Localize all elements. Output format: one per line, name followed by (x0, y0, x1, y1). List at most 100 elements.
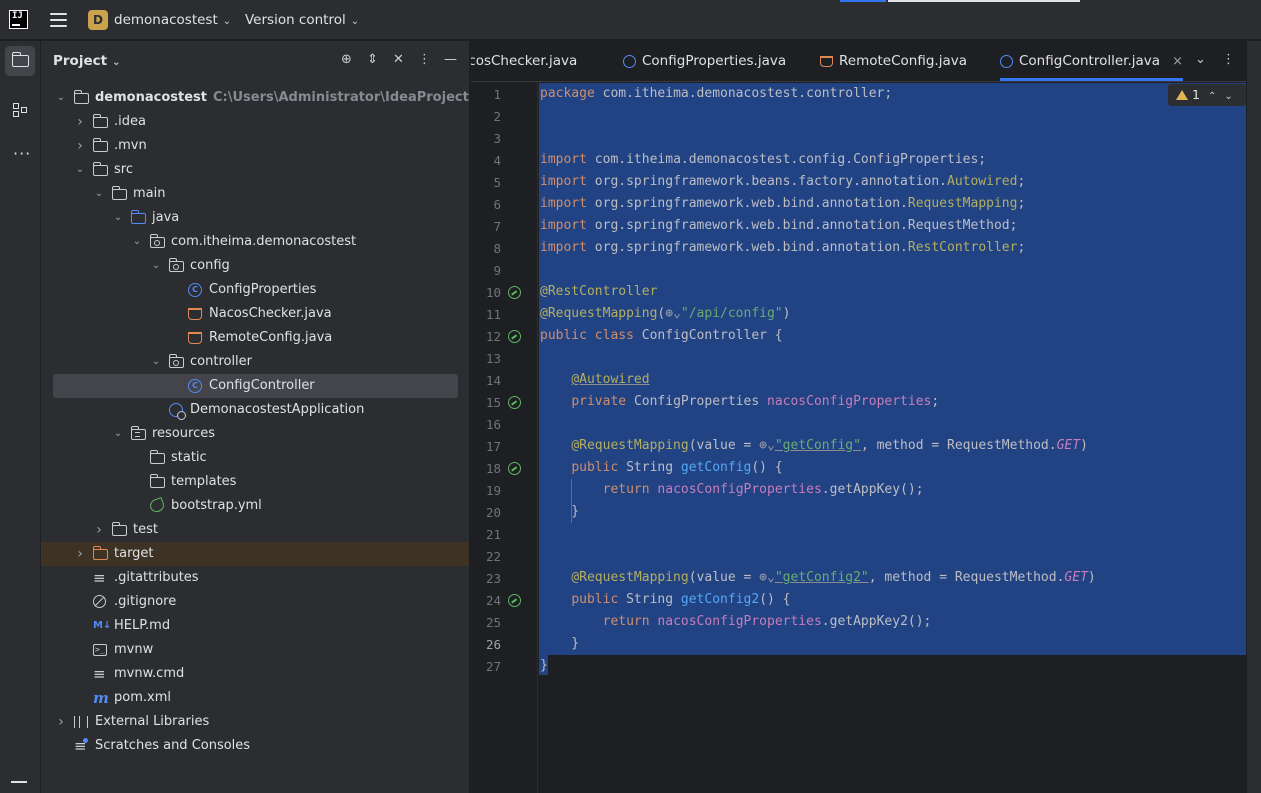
tree-item[interactable]: › .idea (41, 110, 469, 134)
tree-item[interactable]: M↓ HELP.md (41, 614, 469, 638)
line-number: 4 (493, 153, 501, 168)
chevron-right-icon[interactable]: › (93, 518, 105, 542)
tree-item[interactable]: › .mvn (41, 134, 469, 158)
folder-icon (92, 138, 108, 152)
tree-item-text: bootstrap.yml (171, 494, 262, 518)
tree-item[interactable]: › test (41, 518, 469, 542)
tree-item[interactable]: ⌄ src (41, 158, 469, 182)
chevron-down-icon[interactable]: ⌄ (150, 254, 162, 278)
options-icon[interactable]: ⋮ (418, 52, 431, 68)
tree-item[interactable]: ⌄ resources (41, 422, 469, 446)
tree-item[interactable]: Scratches and Consoles (41, 734, 469, 758)
tree-item-text: controller (190, 350, 252, 374)
tree-item[interactable]: DemonacostestApplication (41, 398, 469, 422)
tree-item[interactable]: NacosChecker.java (41, 302, 469, 326)
close-tab-icon[interactable]: × (1172, 54, 1183, 69)
spring-bean-gutter-icon[interactable] (508, 462, 521, 475)
version-control-menu[interactable]: Version control ⌄ (245, 12, 359, 28)
code-token: org.springframework.web.bind.annotation. (594, 196, 908, 211)
tree-item[interactable]: bootstrap.yml (41, 494, 469, 518)
more-tools-button[interactable]: ··· (5, 136, 35, 166)
tree-item[interactable]: ⌄ demonacostest C:\Users\Administrator\Ide… (41, 86, 469, 110)
chevron-right-icon[interactable]: › (74, 110, 86, 134)
tree-item-text: java (152, 206, 179, 230)
version-control-label: Version control (245, 12, 346, 28)
project-badge[interactable]: D (88, 10, 108, 30)
project-switcher[interactable]: demonacostest ⌄ (114, 12, 231, 28)
spring-bean-gutter-icon[interactable] (508, 396, 521, 409)
tab-options-icon[interactable]: ⋮ (1222, 52, 1235, 67)
tree-item[interactable]: .gitignore (41, 590, 469, 614)
tree-item-label: java (152, 210, 180, 225)
class-icon (1000, 54, 1013, 68)
tree-item[interactable]: C ConfigProperties (41, 278, 469, 302)
tree-item[interactable]: C ConfigController (53, 374, 458, 398)
inspection-widget[interactable]: 1 ⌃ ⌄ (1168, 84, 1246, 106)
project-tool-button[interactable] (5, 46, 35, 76)
editor-tab[interactable]: acosChecker.java (471, 41, 577, 81)
spring-bean-gutter-icon[interactable] (508, 286, 521, 299)
tree-item[interactable]: ⌄ controller (41, 350, 469, 374)
tree-item[interactable]: m pom.xml (41, 686, 469, 710)
chevron-down-icon[interactable]: ⌄ (112, 206, 124, 230)
editor-tab[interactable]: ConfigController.java × (1000, 41, 1183, 81)
chevron-right-icon[interactable]: › (74, 542, 86, 566)
chevron-right-icon[interactable]: › (74, 134, 86, 158)
code-line: return nacosConfigProperties.getAppKey2(… (540, 611, 932, 633)
scratches-icon (74, 734, 89, 758)
chevron-down-icon[interactable]: ⌄ (93, 182, 105, 206)
editor-tab[interactable]: ConfigProperties.java (623, 41, 786, 81)
locate-icon[interactable]: ⊕ (340, 52, 353, 68)
chevron-down-icon[interactable]: ⌄ (150, 350, 162, 374)
tree-item-label: com.itheima.demonacostest (171, 234, 357, 249)
tree-item-label: templates (171, 474, 237, 489)
code-token: @RequestMapping (540, 306, 658, 321)
tree-item[interactable]: › target (41, 542, 469, 566)
chevron-down-icon[interactable]: ⌄ (131, 230, 143, 254)
tree-item[interactable]: ⌄ main (41, 182, 469, 206)
tree-item[interactable]: templates (41, 470, 469, 494)
code-token: , method = RequestMethod. (860, 438, 1057, 453)
code-token: "/api/config" (680, 306, 783, 321)
code-editor[interactable]: package com.itheima.demonacostest.contro… (539, 82, 1246, 793)
terminal-icon[interactable] (11, 781, 27, 793)
code-line: import org.springframework.web.bind.anno… (540, 215, 1017, 237)
tree-item[interactable]: ⌄ java (41, 206, 469, 230)
chevron-down-icon[interactable]: ⌄ (74, 158, 86, 182)
tree-item[interactable]: RemoteConfig.java (41, 326, 469, 350)
tree-item[interactable]: › External Libraries (41, 710, 469, 734)
code-line: public class ConfigController { (540, 325, 783, 347)
main-menu-icon[interactable] (50, 13, 67, 27)
tree-item[interactable]: >_ mvnw (41, 638, 469, 662)
tree-item-label: .mvn (114, 138, 147, 153)
text-file-icon (93, 662, 108, 686)
structure-tool-button[interactable] (5, 96, 35, 126)
editor-tab[interactable]: RemoteConfig.java (820, 41, 967, 81)
spring-bean-gutter-icon[interactable] (508, 594, 521, 607)
tree-item-text: config (190, 254, 230, 278)
tab-list-chevron-icon[interactable]: ⌄ (1195, 52, 1206, 67)
project-panel-title-label: Project (53, 53, 108, 69)
chevron-up-icon[interactable]: ⌃ (1208, 86, 1216, 108)
code-token: @Autowired (571, 372, 650, 387)
tree-item[interactable]: ⌄ com.itheima.demonacostest (41, 230, 469, 254)
chevron-down-icon[interactable]: ⌄ (1224, 86, 1232, 108)
collapse-all-icon[interactable]: ✕ (392, 52, 405, 68)
tree-item[interactable]: mvnw.cmd (41, 662, 469, 686)
project-panel-title[interactable]: Project ⌄ (53, 53, 120, 69)
chevron-right-icon[interactable]: › (55, 710, 67, 734)
tree-item-label: resources (152, 426, 216, 441)
java-file-icon (188, 332, 202, 344)
chevron-down-icon[interactable]: ⌄ (112, 422, 124, 446)
tree-item[interactable]: ⌄ config (41, 254, 469, 278)
tree-item[interactable]: .gitattributes (41, 566, 469, 590)
chevron-down-icon[interactable]: ⌄ (55, 86, 67, 110)
intellij-logo-icon[interactable]: IJ (9, 10, 28, 29)
spring-bean-gutter-icon[interactable] (508, 330, 521, 343)
tree-item-text: pom.xml (114, 686, 171, 710)
hide-icon[interactable]: — (444, 52, 457, 68)
tree-item[interactable]: static (41, 446, 469, 470)
expand-all-icon[interactable]: ⇕ (366, 52, 379, 68)
tree-item-text: static (171, 446, 207, 470)
